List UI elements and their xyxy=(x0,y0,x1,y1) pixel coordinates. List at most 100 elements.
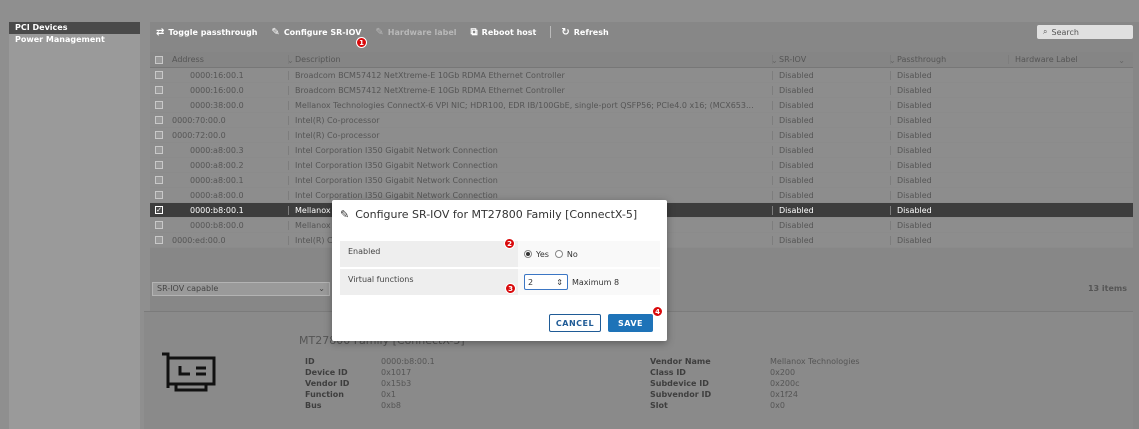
details-k-item: Vendor Name xyxy=(650,357,711,366)
cell-address: 0000:70:00.0 xyxy=(172,115,226,125)
toggle-passthrough-label: Toggle passthrough xyxy=(168,27,258,37)
stepper-arrows-icon[interactable]: ⇕ xyxy=(556,278,563,287)
details-k-item: ID xyxy=(305,357,315,366)
save-button[interactable]: SAVE xyxy=(608,314,653,332)
enabled-radio-group: Yes No xyxy=(518,241,660,267)
annotation-badge-4: 4 xyxy=(652,306,663,317)
toolbar: ⇄ Toggle passthrough ✎ Configure SR-IOV … xyxy=(150,22,1139,42)
search-icon: ⌕ xyxy=(1043,27,1048,36)
table-header: Address ⌄Description ⌄SR-IOV ⌄Passthroug… xyxy=(150,52,1133,68)
row-checkbox[interactable] xyxy=(155,101,163,109)
cell-passthrough: Disabled xyxy=(890,115,1008,125)
row-checkbox-cell[interactable]: ✓ xyxy=(150,206,168,214)
toolbar-divider xyxy=(550,26,552,38)
cell-description: Broadcom BCM57412 NetXtreme-E 10Gb RDMA … xyxy=(288,85,772,95)
row-checkbox-cell[interactable] xyxy=(150,131,168,139)
details-k-item: Device ID xyxy=(305,368,348,377)
details-k-item: Vendor ID xyxy=(305,379,350,388)
table-row[interactable]: 0000:16:00.0 Broadcom BCM57412 NetXtreme-… xyxy=(150,83,1133,98)
table-row[interactable]: 0000:16:00.1 Broadcom BCM57412 NetXtreme-… xyxy=(150,68,1133,83)
row-checkbox[interactable] xyxy=(155,221,163,229)
hardware-label-label: Hardware label xyxy=(387,27,457,37)
column-description[interactable]: ⌄Description xyxy=(288,55,772,64)
hardware-label-button[interactable]: ✎ Hardware label xyxy=(375,27,456,38)
virtual-functions-stepper[interactable]: 2 ⇕ xyxy=(524,274,568,290)
row-checkbox-cell[interactable] xyxy=(150,221,168,229)
row-checkbox[interactable] xyxy=(155,131,163,139)
row-checkbox-cell[interactable] xyxy=(150,71,168,79)
column-hardware-label[interactable]: Hardware Label ⌄ xyxy=(1008,55,1133,65)
refresh-label: Refresh xyxy=(573,27,609,37)
filter-select[interactable]: SR-IOV capable ⌄ xyxy=(152,282,330,296)
cell-address: 0000:a8:00.3 xyxy=(190,145,244,155)
chevron-down-icon[interactable]: ⌄ xyxy=(1118,56,1125,65)
table-row[interactable]: 0000:a8:00.2 Intel Corporation I350 Gigab… xyxy=(150,158,1133,173)
row-checkbox[interactable] xyxy=(155,161,163,169)
enabled-no-radio[interactable] xyxy=(554,250,563,258)
sidebar-item-power-management[interactable]: Power Management xyxy=(9,34,140,46)
dialog-title: ✎ Configure SR-IOV for MT27800 Family [C… xyxy=(340,208,637,221)
sidebar-item-pci-devices[interactable]: PCI Devices xyxy=(9,22,140,34)
chevron-down-icon[interactable]: ⌄ xyxy=(889,56,896,65)
table-row[interactable]: 0000:a8:00.3 Intel Corporation I350 Gigab… xyxy=(150,143,1133,158)
toggle-passthrough-button[interactable]: ⇄ Toggle passthrough xyxy=(156,27,257,38)
cell-description: Intel Corporation I350 Gigabit Network C… xyxy=(288,145,772,155)
select-all-checkbox[interactable] xyxy=(155,55,163,64)
enabled-row: Enabled Yes No xyxy=(340,241,660,267)
row-checkbox[interactable] xyxy=(155,71,163,79)
cell-address: 0000:b8:00.0 xyxy=(190,220,244,230)
cell-sriov: Disabled xyxy=(772,220,890,230)
cell-passthrough: Disabled xyxy=(890,160,1008,170)
row-checkbox-cell[interactable] xyxy=(150,176,168,184)
table-row[interactable]: 0000:38:00.0 Mellanox Technologies Connec… xyxy=(150,98,1133,113)
column-address[interactable]: Address xyxy=(168,55,288,64)
row-checkbox-cell[interactable] xyxy=(150,146,168,154)
table-row[interactable]: 0000:72:00.0 Intel(R) Co-processor Disable… xyxy=(150,128,1133,143)
cell-passthrough: Disabled xyxy=(890,130,1008,140)
virtual-functions-value[interactable]: 2 xyxy=(528,278,533,287)
row-checkbox-cell[interactable] xyxy=(150,191,168,199)
configure-sriov-button[interactable]: ✎ Configure SR-IOV xyxy=(271,27,361,38)
reboot-host-button[interactable]: ⧉ Reboot host xyxy=(471,27,537,38)
cell-sriov: Disabled xyxy=(772,130,890,140)
annotation-badge-2: 2 xyxy=(504,238,515,249)
details-right-values: Mellanox Technologies 0x200 0x200c 0x1f24 0x… xyxy=(770,356,860,411)
cell-address: 0000:ed:00.0 xyxy=(172,235,226,245)
table-row[interactable]: 0000:70:00.0 Intel(R) Co-processor Disable… xyxy=(150,113,1133,128)
row-checkbox[interactable] xyxy=(155,176,163,184)
cancel-button[interactable]: CANCEL xyxy=(549,314,601,332)
virtual-functions-label: Virtual functions xyxy=(348,275,414,284)
details-v-item: 0x1017 xyxy=(381,368,412,377)
details-v-item: 0x1 xyxy=(381,390,396,399)
pci-card-icon xyxy=(162,352,216,392)
chevron-down-icon[interactable]: ⌄ xyxy=(289,56,294,64)
reboot-host-label: Reboot host xyxy=(481,27,537,37)
row-checkbox-cell[interactable] xyxy=(150,116,168,124)
row-checkbox-cell[interactable] xyxy=(150,161,168,169)
row-checkbox[interactable] xyxy=(155,236,163,244)
enabled-yes-label[interactable]: Yes xyxy=(536,250,549,259)
refresh-button[interactable]: ↻ Refresh xyxy=(561,27,608,38)
row-checkbox-cell[interactable] xyxy=(150,86,168,94)
details-k-item: Slot xyxy=(650,401,668,410)
select-all-checkbox-cell[interactable] xyxy=(150,55,168,64)
row-checkbox[interactable]: ✓ xyxy=(155,206,163,214)
search-input[interactable]: ⌕ Search xyxy=(1037,25,1133,39)
table-row[interactable]: 0000:a8:00.1 Intel Corporation I350 Gigab… xyxy=(150,173,1133,188)
chevron-down-icon[interactable]: ⌄ xyxy=(771,56,778,65)
row-checkbox[interactable] xyxy=(155,86,163,94)
cell-sriov: Disabled xyxy=(772,175,890,185)
column-passthrough[interactable]: ⌄ Passthrough xyxy=(889,55,1008,65)
enabled-no-label[interactable]: No xyxy=(567,250,578,259)
row-checkbox[interactable] xyxy=(155,116,163,124)
column-sriov[interactable]: ⌄ SR-IOV xyxy=(771,55,890,65)
column-passthrough-label: Passthrough xyxy=(897,55,947,64)
row-checkbox[interactable] xyxy=(155,191,163,199)
cell-passthrough: Disabled xyxy=(890,190,1008,200)
row-checkbox[interactable] xyxy=(155,146,163,154)
details-left-values: 0000:b8:00.1 0x1017 0x15b3 0x1 0xb8 xyxy=(381,356,435,411)
cell-description: Intel(R) Co-processor xyxy=(288,115,772,125)
row-checkbox-cell[interactable] xyxy=(150,236,168,244)
enabled-yes-radio[interactable] xyxy=(524,250,532,258)
row-checkbox-cell[interactable] xyxy=(150,101,168,109)
